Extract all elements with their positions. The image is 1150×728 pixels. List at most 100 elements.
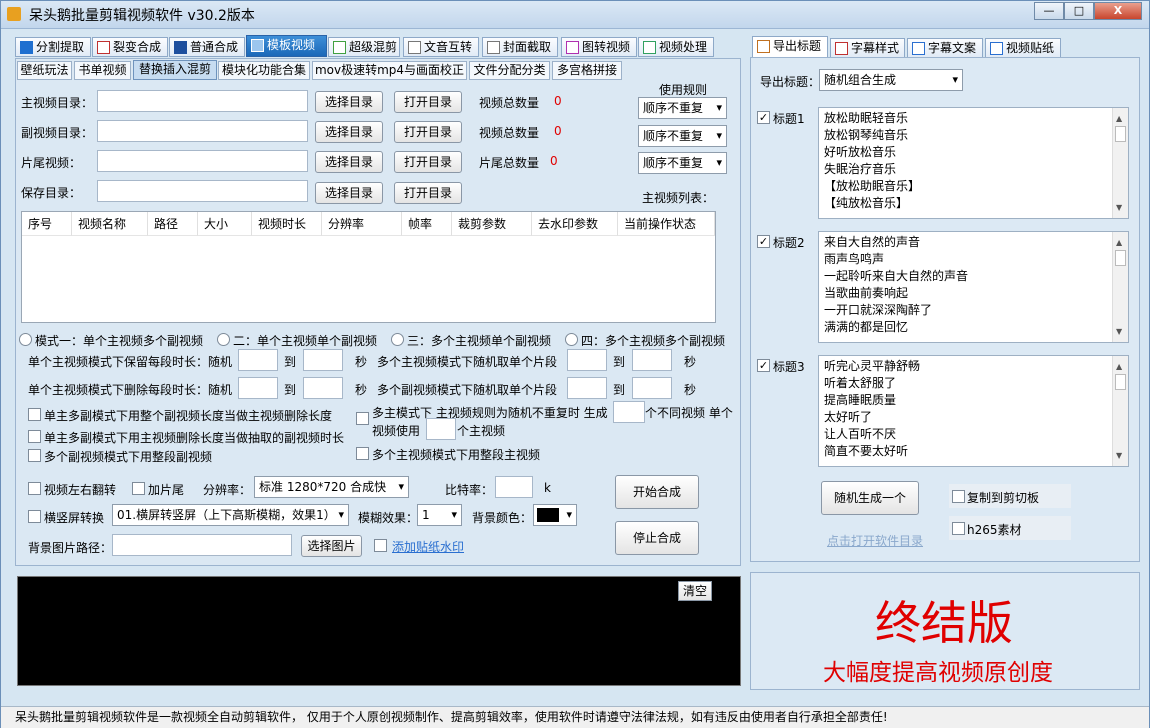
col-duration[interactable]: 视频时长 <box>252 212 322 236</box>
open-tail-dir-button[interactable]: 打开目录 <box>394 151 462 173</box>
scroll-down-icon[interactable]: ▼ <box>1116 199 1122 216</box>
select-image-button[interactable]: 选择图片 <box>301 535 362 557</box>
start-merge-button[interactable]: 开始合成 <box>615 475 699 509</box>
subtab-grid-stitch[interactable]: 多宫格拼接 <box>552 61 622 80</box>
subtab-mov-convert[interactable]: mov极速转mp4与画面校正 <box>312 61 467 80</box>
minimize-button[interactable]: — <box>1034 2 1064 20</box>
maximize-button[interactable]: □ <box>1064 2 1094 20</box>
chk-title2[interactable]: ✓ <box>757 235 770 248</box>
select-tail-dir-button[interactable]: 选择目录 <box>315 151 383 173</box>
chk-title3[interactable]: ✓ <box>757 359 770 372</box>
col-status[interactable]: 当前操作状态 <box>618 212 715 236</box>
bg-image-path-input[interactable] <box>112 534 292 556</box>
tab-video-sticker[interactable]: 视频贴纸 <box>985 38 1061 58</box>
subtab-replace-insert[interactable]: 替换插入混剪 <box>133 60 217 80</box>
delete-min-input[interactable] <box>238 377 278 399</box>
open-main-dir-button[interactable]: 打开目录 <box>394 91 462 113</box>
col-path[interactable]: 路径 <box>148 212 198 236</box>
main-dir-input[interactable] <box>97 90 308 112</box>
multi-sub-max-input[interactable] <box>632 377 672 399</box>
tail-video-input[interactable] <box>97 150 308 172</box>
scroll-down-icon[interactable]: ▼ <box>1116 447 1122 464</box>
col-crop-params[interactable]: 裁剪参数 <box>452 212 532 236</box>
clear-log-button[interactable]: 清空 <box>678 581 712 601</box>
delete-max-input[interactable] <box>303 377 343 399</box>
mode-4-radio[interactable] <box>565 333 578 346</box>
select-main-dir-button[interactable]: 选择目录 <box>315 91 383 113</box>
tab-template-video[interactable]: 模板视频 <box>246 35 327 57</box>
open-software-dir-link[interactable]: 点击打开软件目录 <box>827 532 923 549</box>
tab-image-to-video[interactable]: 图转视频 <box>561 37 637 57</box>
bg-color-select[interactable] <box>533 504 577 526</box>
sub-rule-select[interactable]: 顺序不重复 <box>638 125 727 147</box>
col-size[interactable]: 大小 <box>198 212 252 236</box>
scroll-down-icon[interactable]: ▼ <box>1116 323 1122 340</box>
chk-flip[interactable] <box>28 482 41 495</box>
blur-select[interactable]: 1 <box>417 504 462 526</box>
random-generate-button[interactable]: 随机生成一个 <box>821 481 919 515</box>
stop-merge-button[interactable]: 停止合成 <box>615 521 699 555</box>
tab-split-extract[interactable]: 分割提取 <box>15 37 91 57</box>
mode-2-radio[interactable] <box>217 333 230 346</box>
col-watermark-params[interactable]: 去水印参数 <box>532 212 618 236</box>
tab-text-audio[interactable]: 文音互转 <box>403 37 479 57</box>
col-framerate[interactable]: 帧率 <box>402 212 452 236</box>
sub-dir-input[interactable] <box>97 120 308 142</box>
subtab-modular[interactable]: 模块化功能合集 <box>218 61 310 80</box>
log-console[interactable]: 清空 <box>17 576 741 686</box>
save-dir-input[interactable] <box>97 180 308 202</box>
main-video-table[interactable]: 序号 视频名称 路径 大小 视频时长 分辨率 帧率 裁剪参数 去水印参数 当前操… <box>21 211 716 323</box>
chk-main-delete-as-sub[interactable] <box>28 430 41 443</box>
multi-main-max-input[interactable] <box>632 349 672 371</box>
title3-list[interactable]: 听完心灵平静舒畅 听着太舒服了 提高睡眠质量 太好听了 让人百听不厌 简直不要太… <box>818 355 1129 467</box>
chk-sub-length-as-delete[interactable] <box>28 408 41 421</box>
scroll-up-icon[interactable]: ▲ <box>1116 358 1122 375</box>
chk-copy-clipboard[interactable] <box>952 490 965 503</box>
subtab-booklist[interactable]: 书单视频 <box>74 61 131 80</box>
col-index[interactable]: 序号 <box>22 212 72 236</box>
tab-super-mix[interactable]: 超级混剪 <box>328 37 400 57</box>
scroll-up-icon[interactable]: ▲ <box>1116 110 1122 127</box>
title1-scrollbar[interactable]: ▲ ▼ <box>1112 108 1128 218</box>
orient-mode-select[interactable]: 01.横屏转竖屏（上下高斯模糊，效果1） <box>112 504 349 526</box>
open-save-dir-button[interactable]: 打开目录 <box>394 182 462 204</box>
chk-whole-sub[interactable] <box>28 449 41 462</box>
chk-title1[interactable]: ✓ <box>757 111 770 124</box>
subtab-wallpaper[interactable]: 壁纸玩法 <box>17 61 72 80</box>
select-save-dir-button[interactable]: 选择目录 <box>315 182 383 204</box>
tab-fission[interactable]: 裂变合成 <box>92 37 168 57</box>
tab-export-title[interactable]: 导出标题 <box>752 36 828 58</box>
subtab-file-distribute[interactable]: 文件分配分类 <box>469 61 550 80</box>
keep-min-input[interactable] <box>238 349 278 371</box>
chk-add-tail[interactable] <box>132 482 145 495</box>
title3-scrollbar[interactable]: ▲ ▼ <box>1112 356 1128 466</box>
bitrate-input[interactable] <box>495 476 533 498</box>
multi-main-min-input[interactable] <box>567 349 607 371</box>
tab-subtitle-style[interactable]: 字幕样式 <box>830 38 905 58</box>
title1-list[interactable]: 放松助眠轻音乐 放松钢琴纯音乐 好听放松音乐 失眠治疗音乐 【放松助眠音乐】 【… <box>818 107 1129 219</box>
tab-video-process[interactable]: 视频处理 <box>638 37 714 57</box>
chk-orient-convert[interactable] <box>28 510 41 523</box>
select-sub-dir-button[interactable]: 选择目录 <box>315 121 383 143</box>
keep-max-input[interactable] <box>303 349 343 371</box>
generate-count-input[interactable] <box>613 401 645 423</box>
resolution-select[interactable]: 标准 1280*720 合成快 <box>254 476 409 498</box>
chk-h265[interactable] <box>952 522 965 535</box>
export-title-select[interactable]: 随机组合生成 <box>819 69 963 91</box>
mode-1-radio[interactable] <box>19 333 32 346</box>
add-watermark-link[interactable]: 添加贴纸水印 <box>392 538 464 555</box>
scroll-up-icon[interactable]: ▲ <box>1116 234 1122 251</box>
tab-subtitle-text[interactable]: 字幕文案 <box>907 38 983 58</box>
close-button[interactable]: X <box>1094 2 1142 20</box>
col-video-name[interactable]: 视频名称 <box>72 212 148 236</box>
chk-watermark[interactable] <box>374 539 387 552</box>
tab-normal-merge[interactable]: 普通合成 <box>169 37 245 57</box>
chk-whole-main[interactable] <box>356 447 369 460</box>
mode-3-radio[interactable] <box>391 333 404 346</box>
open-sub-dir-button[interactable]: 打开目录 <box>394 121 462 143</box>
tail-rule-select[interactable]: 顺序不重复 <box>638 152 727 174</box>
main-rule-select[interactable]: 顺序不重复 <box>638 97 727 119</box>
multi-sub-min-input[interactable] <box>567 377 607 399</box>
col-resolution[interactable]: 分辨率 <box>322 212 402 236</box>
chk-multi-main-random[interactable] <box>356 412 369 425</box>
